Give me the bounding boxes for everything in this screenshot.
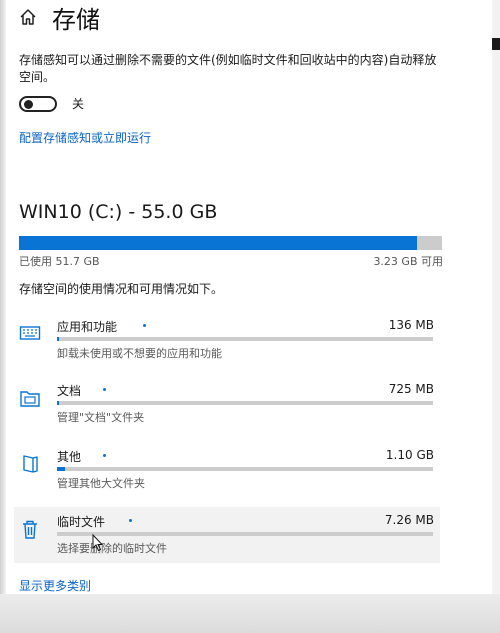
drive-used-label: 已使用 51.7 GB — [19, 255, 100, 268]
category-bar-fill — [57, 401, 59, 405]
usage-summary-text: 存储空间的使用情况和可用情况如下。 — [19, 282, 224, 296]
category-description: 卸载未使用或不想要的应用和功能 — [57, 347, 222, 360]
category-apps[interactable]: 应用和功能 136 MB 卸载未使用或不想要的应用和功能 — [14, 312, 440, 368]
drive-usage-fill — [19, 236, 417, 250]
category-dot — [103, 388, 106, 391]
page-title: 存储 — [52, 5, 100, 34]
toggle-knob — [24, 99, 33, 109]
category-name: 临时文件 — [57, 515, 106, 529]
category-name: 应用和功能 — [57, 320, 118, 334]
category-dot — [103, 454, 106, 457]
category-size: 725 MB — [388, 382, 434, 396]
category-temp-files[interactable]: 临时文件 7.26 MB 选择要删除的临时文件 — [14, 507, 440, 563]
drive-free-label: 3.23 GB 可用 — [373, 255, 443, 268]
category-bar — [57, 337, 433, 341]
category-bar — [57, 467, 433, 471]
window-left-edge — [0, 0, 6, 633]
home-icon[interactable] — [18, 7, 38, 27]
page-header: 存储 — [18, 0, 100, 34]
documents-icon — [20, 391, 40, 407]
category-other[interactable]: 其他 1.10 GB 管理其他大文件夹 — [14, 442, 440, 498]
category-bar-fill — [57, 467, 65, 471]
show-more-categories-link[interactable]: 显示更多类别 — [19, 577, 91, 594]
window-right-edge — [492, 0, 500, 633]
other-icon — [23, 455, 38, 473]
category-documents[interactable]: 文档 725 MB 管理"文档"文件夹 — [14, 376, 440, 432]
storage-sense-toggle[interactable] — [19, 95, 57, 112]
category-size: 1.10 GB — [385, 448, 434, 462]
trash-icon — [23, 520, 37, 539]
category-name: 文档 — [57, 384, 82, 398]
category-size: 7.26 MB — [384, 513, 434, 527]
category-size: 136 MB — [388, 318, 434, 332]
storage-sense-description: 存储感知可以通过删除不需要的文件(例如临时文件和回收站中的内容)自动释放空间。 — [19, 53, 437, 84]
apps-icon — [19, 326, 41, 340]
category-description: 选择要删除的临时文件 — [57, 542, 167, 555]
drive-usage-bar — [19, 236, 442, 250]
category-dot — [129, 519, 132, 522]
mouse-cursor-icon — [92, 534, 104, 552]
category-description: 管理其他大文件夹 — [57, 477, 145, 490]
category-description: 管理"文档"文件夹 — [57, 411, 145, 424]
storage-sense-toggle-row: 关 — [19, 95, 84, 112]
configure-storage-sense-link[interactable]: 配置存储感知或立即运行 — [19, 129, 151, 146]
scroll-marker — [492, 38, 500, 50]
category-bar-fill — [57, 337, 59, 341]
category-name: 其他 — [57, 450, 82, 464]
window-bottom-area — [0, 594, 500, 633]
category-dot — [143, 324, 146, 327]
category-bar — [57, 532, 433, 536]
category-bar — [57, 401, 433, 405]
toggle-state-label: 关 — [72, 97, 85, 111]
drive-title: WIN10 (C:) - 55.0 GB — [19, 201, 218, 223]
